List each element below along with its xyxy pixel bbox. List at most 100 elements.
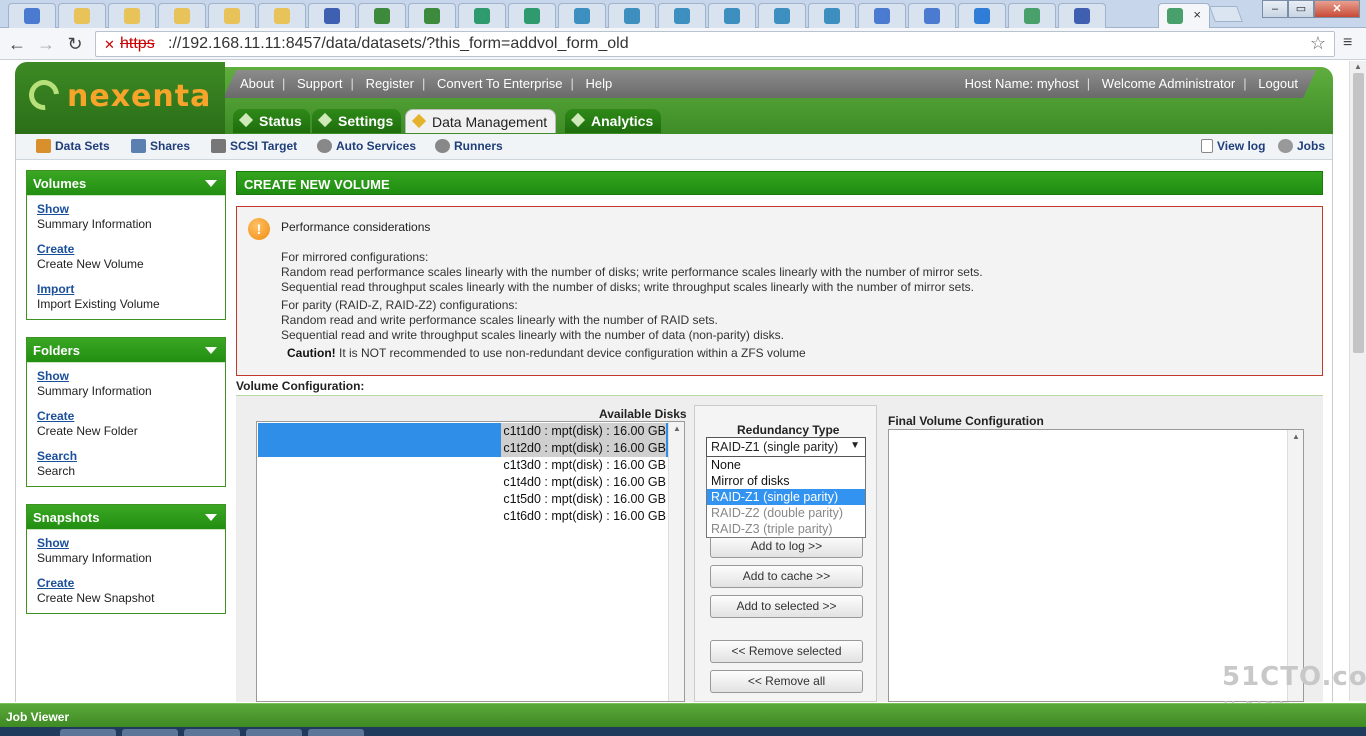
browser-tab[interactable] — [108, 3, 156, 28]
option-raidz2[interactable]: RAID-Z2 (double parity) — [707, 505, 865, 521]
convert-enterprise-link[interactable]: Convert To Enterprise — [437, 76, 563, 91]
option-raidz1[interactable]: RAID-Z1 (single parity) — [707, 489, 865, 505]
auto-services-link[interactable]: Auto Services — [317, 139, 416, 153]
browser-tab-active[interactable]: × — [1158, 3, 1210, 28]
disk-item[interactable]: c1t5d0 : mpt(disk) : 16.00 GB — [503, 491, 666, 508]
view-log-link[interactable]: View log — [1201, 139, 1265, 153]
option-raidz3[interactable]: RAID-Z3 (triple parity) — [707, 521, 865, 537]
browser-tab[interactable] — [758, 3, 806, 28]
browser-tab[interactable] — [708, 3, 756, 28]
tab-close-icon[interactable]: × — [1193, 7, 1201, 22]
folders-create-link[interactable]: Create — [37, 409, 215, 423]
browser-menu-icon[interactable]: ≡ — [1343, 34, 1352, 52]
add-to-selected-button[interactable]: Add to selected >> — [710, 595, 863, 618]
disk-item[interactable]: c1t2d0 : mpt(disk) : 16.00 GB — [501, 440, 666, 457]
remove-all-button[interactable]: << Remove all — [710, 670, 863, 693]
collapse-arrow-icon[interactable] — [205, 180, 217, 187]
browser-tab[interactable] — [358, 3, 406, 28]
support-link[interactable]: Support — [297, 76, 343, 91]
disk-item[interactable]: c1t3d0 : mpt(disk) : 16.00 GB — [503, 457, 666, 474]
tab-data-management[interactable]: Data Management — [405, 109, 557, 133]
logout-link[interactable]: Logout — [1258, 76, 1298, 91]
collapse-arrow-icon[interactable] — [205, 347, 217, 354]
window-close-button[interactable]: ✕ — [1314, 0, 1360, 18]
datasets-link[interactable]: Data Sets — [36, 139, 110, 153]
browser-tab[interactable] — [208, 3, 256, 28]
browser-tab[interactable] — [1058, 3, 1106, 28]
scroll-up-icon[interactable]: ▲ — [673, 424, 681, 433]
job-viewer-bar[interactable]: Job Viewer — [0, 703, 1366, 727]
tab-settings[interactable]: Settings — [312, 109, 402, 133]
reload-icon[interactable]: ↻ — [64, 33, 86, 55]
remove-selected-button[interactable]: << Remove selected — [710, 640, 863, 663]
browser-tab[interactable] — [558, 3, 606, 28]
folders-panel-header[interactable]: Folders — [27, 338, 225, 362]
new-tab-button[interactable] — [1209, 6, 1243, 22]
browser-tab[interactable] — [508, 3, 556, 28]
browser-tab[interactable] — [808, 3, 856, 28]
disk-item[interactable]: c1t6d0 : mpt(disk) : 16.00 GB — [503, 508, 666, 525]
browser-tab[interactable] — [958, 3, 1006, 28]
address-bar[interactable]: ✕ https ://192.168.11.11:8457/data/datas… — [95, 31, 1335, 57]
browser-tab[interactable] — [658, 3, 706, 28]
back-icon[interactable]: ← — [6, 33, 28, 55]
taskbar-button[interactable] — [60, 729, 116, 736]
taskbar-button[interactable] — [246, 729, 302, 736]
notice-line: Sequential read and write throughput sca… — [281, 328, 784, 342]
browser-tab[interactable] — [858, 3, 906, 28]
subitem-label: Runners — [454, 139, 503, 153]
redundancy-type-select[interactable]: RAID-Z1 (single parity) ▼ — [706, 437, 866, 457]
final-list-scrollbar[interactable]: ▲ — [1287, 430, 1303, 701]
browser-tab[interactable] — [8, 3, 56, 28]
browser-tab[interactable] — [458, 3, 506, 28]
add-to-log-button[interactable]: Add to log >> — [710, 535, 863, 558]
minimize-button[interactable]: ‒ — [1262, 0, 1288, 18]
help-link[interactable]: Help — [586, 76, 613, 91]
scrollbar-thumb[interactable] — [1353, 73, 1364, 353]
tab-status[interactable]: Status — [233, 109, 310, 133]
register-link[interactable]: Register — [366, 76, 414, 91]
tab-favicon-icon — [174, 8, 190, 24]
scroll-up-icon[interactable]: ▲ — [1292, 432, 1300, 441]
snapshots-create-link[interactable]: Create — [37, 576, 215, 590]
volumes-show-link[interactable]: Show — [37, 202, 215, 216]
disk-list-scrollbar[interactable]: ▲ — [668, 422, 684, 701]
collapse-arrow-icon[interactable] — [205, 514, 217, 521]
taskbar-button[interactable] — [184, 729, 240, 736]
folders-search-link[interactable]: Search — [37, 449, 215, 463]
volumes-panel-header[interactable]: Volumes — [27, 171, 225, 195]
folders-show-link[interactable]: Show — [37, 369, 215, 383]
page-scrollbar[interactable]: ▲ — [1349, 61, 1366, 701]
taskbar-button[interactable] — [122, 729, 178, 736]
scroll-up-icon[interactable]: ▲ — [1354, 62, 1362, 71]
browser-tab[interactable] — [58, 3, 106, 28]
browser-tab[interactable] — [608, 3, 656, 28]
browser-tab[interactable] — [1008, 3, 1056, 28]
browser-tab[interactable] — [408, 3, 456, 28]
page-title: CREATE NEW VOLUME — [236, 171, 1323, 195]
volumes-create-link[interactable]: Create — [37, 242, 215, 256]
shares-link[interactable]: Shares — [131, 139, 190, 153]
bookmark-star-icon[interactable]: ☆ — [1310, 33, 1326, 54]
maximize-button[interactable]: ▭ — [1288, 0, 1314, 18]
about-link[interactable]: About — [240, 76, 274, 91]
disk-item[interactable]: c1t1d0 : mpt(disk) : 16.00 GB — [501, 423, 666, 440]
forward-icon[interactable]: → — [35, 33, 57, 55]
disk-item[interactable]: c1t4d0 : mpt(disk) : 16.00 GB — [503, 474, 666, 491]
available-disks-list[interactable]: c1t1d0 : mpt(disk) : 16.00 GB c1t2d0 : m… — [256, 421, 685, 702]
option-none[interactable]: None — [707, 457, 865, 473]
taskbar-button[interactable] — [308, 729, 364, 736]
snapshots-panel-header[interactable]: Snapshots — [27, 505, 225, 529]
browser-tab[interactable] — [308, 3, 356, 28]
runners-link[interactable]: Runners — [435, 139, 503, 153]
snapshots-show-link[interactable]: Show — [37, 536, 215, 550]
tab-analytics[interactable]: Analytics — [565, 109, 662, 133]
volumes-import-link[interactable]: Import — [37, 282, 215, 296]
scsi-target-link[interactable]: SCSI Target — [211, 139, 297, 153]
browser-tab[interactable] — [908, 3, 956, 28]
browser-tab[interactable] — [258, 3, 306, 28]
jobs-link[interactable]: Jobs — [1278, 139, 1325, 153]
add-to-cache-button[interactable]: Add to cache >> — [710, 565, 863, 588]
browser-tab[interactable] — [158, 3, 206, 28]
option-mirror[interactable]: Mirror of disks — [707, 473, 865, 489]
